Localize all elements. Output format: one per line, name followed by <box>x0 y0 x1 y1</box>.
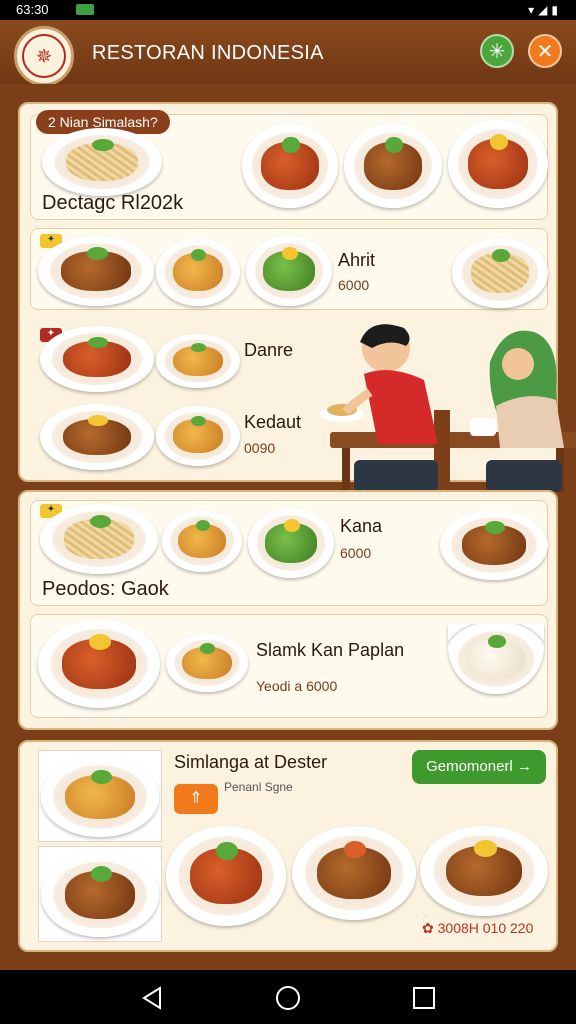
dish-plate[interactable] <box>40 504 158 574</box>
diners-illustration <box>320 324 576 492</box>
item-name: Kedaut <box>244 412 302 432</box>
dish-plate[interactable] <box>242 124 338 208</box>
back-icon[interactable] <box>138 984 166 1012</box>
dish-plate[interactable] <box>420 826 548 916</box>
battery-saver-icon <box>76 4 94 15</box>
item-name: Kana <box>340 516 383 536</box>
row-caption: Peodos: Gaok <box>42 578 169 600</box>
status-bar: 63:30 ▾◢▮ <box>0 0 576 20</box>
dish-plate[interactable] <box>42 128 162 196</box>
dish-plate[interactable] <box>440 510 548 580</box>
system-icons: ▾◢▮ <box>528 3 562 17</box>
dish-plate[interactable] <box>448 120 548 208</box>
order-button-label: Gemomonerl <box>426 758 513 775</box>
close-button[interactable]: ✕ <box>528 34 562 68</box>
item-price: 0090 <box>244 440 276 456</box>
status-time: 63:30 <box>16 2 49 17</box>
item-name: Ahrit <box>338 250 376 270</box>
recents-icon[interactable] <box>410 984 438 1012</box>
dish-plate[interactable] <box>40 404 154 470</box>
item-name: Danre <box>244 340 294 360</box>
dish-plate[interactable] <box>156 406 240 466</box>
dish-plate[interactable] <box>166 634 248 692</box>
dish-plate[interactable] <box>156 238 240 306</box>
total-price-value: 3008H 010 220 <box>437 920 534 936</box>
order-button[interactable]: Gemomonerl → <box>412 750 546 784</box>
dish-plate[interactable] <box>38 236 154 306</box>
dish-plate[interactable] <box>156 334 240 388</box>
section-subtitle: Penanl Sgne <box>224 780 293 794</box>
favorite-button[interactable]: ✳ <box>480 34 514 68</box>
app-bar: ✵ RESTORAN INDONESIA ✳ ✕ <box>0 20 576 86</box>
restaurant-logo[interactable]: ✵ <box>14 26 74 86</box>
asterisk-icon: ✳ <box>488 40 506 63</box>
dish-plate[interactable] <box>162 510 242 572</box>
dish-plate[interactable] <box>248 508 334 578</box>
dish-plate[interactable] <box>40 326 154 392</box>
arrow-up-icon: ⇑ <box>189 790 203 807</box>
item-price: 6000 <box>340 545 372 561</box>
row-caption: Dectagc Rl202k <box>42 192 184 214</box>
section-title: Simlanga at Dester <box>174 752 328 772</box>
side-image[interactable] <box>38 846 162 942</box>
dish-plate[interactable] <box>452 238 548 308</box>
item-name: Slamk Kan Paplan <box>256 640 405 660</box>
dish-plate[interactable] <box>38 620 160 708</box>
dish-plate[interactable] <box>246 236 332 306</box>
side-image[interactable] <box>38 750 162 842</box>
garuda-emblem-icon: ✵ <box>22 34 66 78</box>
app-title: RESTORAN INDONESIA <box>92 42 324 64</box>
system-nav-bar <box>0 970 576 1024</box>
total-price: ✿ 3008H 010 220 <box>422 920 533 937</box>
dish-plate[interactable] <box>166 826 286 926</box>
promo-button[interactable]: ⇑ <box>174 784 218 814</box>
arrow-right-icon: → <box>516 758 532 775</box>
item-price: 6000 <box>338 277 370 293</box>
close-icon: ✕ <box>536 40 554 63</box>
price-tag-icon: ✿ <box>422 920 438 936</box>
dish-plate[interactable] <box>344 124 442 208</box>
item-price: Yeodi a 6000 <box>256 678 338 694</box>
home-icon[interactable] <box>274 984 302 1012</box>
dish-plate[interactable] <box>292 826 416 920</box>
